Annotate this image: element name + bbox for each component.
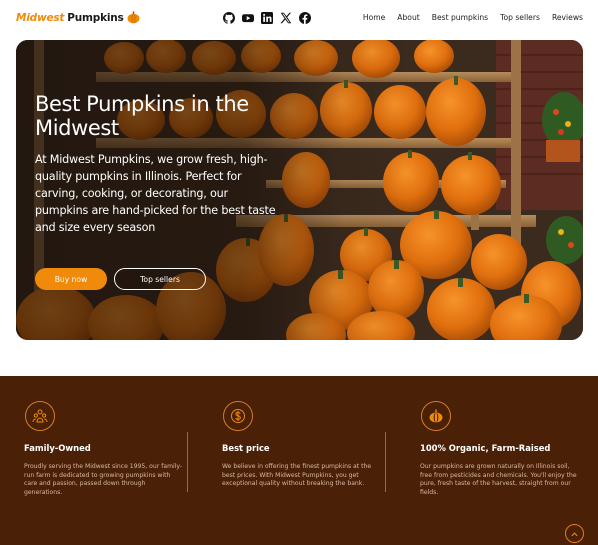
buy-now-button[interactable]: Buy now [35, 268, 107, 290]
nav-reviews[interactable]: Reviews [552, 13, 583, 22]
feature-title: 100% Organic, Farm-Raised [420, 443, 551, 453]
brand-name-part2: Pumpkins [67, 11, 124, 24]
hero-title: Best Pumpkins in the Midwest [35, 92, 249, 140]
github-icon[interactable] [223, 12, 235, 24]
facebook-icon[interactable] [299, 12, 311, 24]
nav-best-pumpkins[interactable]: Best pumpkins [432, 13, 488, 22]
family-icon [25, 401, 55, 431]
youtube-icon[interactable] [242, 12, 254, 24]
x-icon[interactable] [280, 12, 292, 24]
features-section: Family-Owned Proudly serving the Midwest… [0, 376, 598, 545]
main-nav: Home About Best pumpkins Top sellers Rev… [363, 13, 583, 22]
hero-banner: Best Pumpkins in the Midwest At Midwest … [16, 40, 583, 340]
hero-description: At Midwest Pumpkins, we grow fresh, high… [35, 153, 276, 234]
dollar-icon [223, 401, 253, 431]
feature-divider [187, 432, 188, 492]
linkedin-icon[interactable] [261, 12, 273, 24]
pumpkin-icon [421, 401, 451, 431]
pumpkin-logo-icon [127, 11, 140, 24]
feature-title: Family-Owned [24, 443, 91, 453]
top-sellers-button[interactable]: Top sellers [114, 268, 206, 290]
brand-name-part1: Midwest [16, 11, 65, 24]
nav-top-sellers[interactable]: Top sellers [500, 13, 540, 22]
feature-description: Our pumpkins are grown naturally on Illi… [420, 463, 577, 496]
social-links [223, 12, 311, 24]
feature-description: Proudly serving the Midwest since 1995, … [24, 463, 183, 496]
feature-divider [385, 432, 386, 492]
site-header: Midwest Pumpkins Home About Best pumpkin… [0, 0, 598, 38]
feature-description: We believe in offering the finest pumpki… [222, 463, 372, 487]
feature-title: Best price [222, 443, 270, 453]
chevron-up-icon [570, 524, 579, 543]
nav-about[interactable]: About [397, 13, 419, 22]
brand-logo[interactable]: Midwest Pumpkins [16, 11, 140, 24]
scroll-to-top-button[interactable] [565, 524, 584, 543]
nav-home[interactable]: Home [363, 13, 385, 22]
